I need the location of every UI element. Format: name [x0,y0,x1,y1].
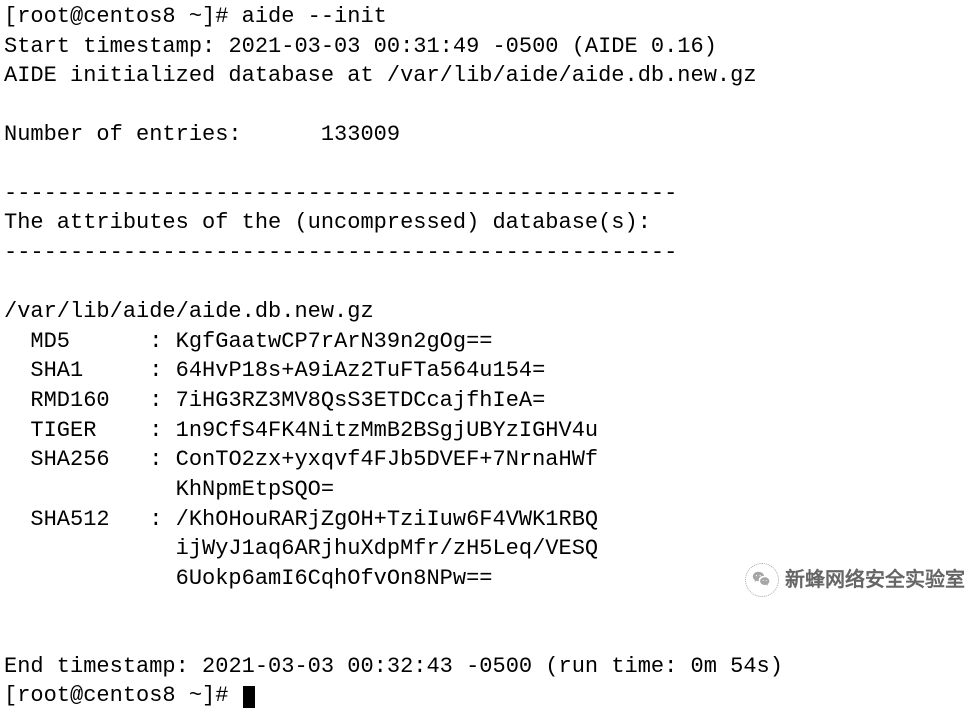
blank-line [4,91,971,120]
init-message: AIDE initialized database at /var/lib/ai… [4,61,971,91]
entries-line: Number of entries: 133009 [4,120,971,150]
hash-md5: MD5 : KgfGaatwCP7rArN39n2gOg== [4,327,971,357]
hash-value: 1n9CfS4FK4NitzMmB2BSgjUBYzIGHV4u [176,418,598,443]
prompt-line-1[interactable]: [root@centos8 ~]# aide --init [4,2,971,32]
chat-bubble-icon [751,569,773,591]
watermark: 新蜂网络安全实验室 [745,563,965,597]
entries-label: Number of entries: [4,122,242,147]
hash-sha1: SHA1 : 64HvP18s+A9iAz2TuFTa564u154= [4,356,971,386]
hash-sha256-l2: KhNpmEtpSQO= [4,475,971,505]
blank-line [4,268,971,297]
command-text: aide --init [242,4,387,29]
hash-value: /KhOHouRARjZgOH+TziIuw6F4VWK1RBQ [176,507,598,532]
hash-label: SHA1 : [4,358,176,383]
attributes-header: The attributes of the (uncompressed) dat… [4,208,971,238]
hash-sha512-l2: ijWyJ1aq6ARjhuXdpMfr/zH5Leq/VESQ [4,534,971,564]
entries-value: 133009 [321,122,400,147]
blank-line [4,623,971,652]
wechat-icon [745,563,779,597]
cursor-icon [243,686,255,708]
hash-value: 7iHG3RZ3MV8QsS3ETDCcajfhIeA= [176,388,546,413]
hash-value: ConTO2zx+yxqvf4FJb5DVEF+7NrnaHWf [176,447,598,472]
start-timestamp-value: 2021-03-03 00:31:49 -0500 (AIDE 0.16) [228,34,716,59]
divider-top: ----------------------------------------… [4,179,971,209]
db-path: /var/lib/aide/aide.db.new.gz [4,297,971,327]
divider-bottom: ----------------------------------------… [4,238,971,268]
hash-sha512-l1: SHA512 : /KhOHouRARjZgOH+TziIuw6F4VWK1RB… [4,505,971,535]
watermark-text: 新蜂网络安全实验室 [785,567,965,594]
hash-label: TIGER : [4,418,176,443]
end-timestamp-label: End timestamp: [4,654,202,679]
hash-label: MD5 : [4,329,176,354]
blank-line [4,594,971,623]
start-timestamp-label: Start timestamp: [4,34,228,59]
end-timestamp-line: End timestamp: 2021-03-03 00:32:43 -0500… [4,652,971,682]
shell-prompt: [root@centos8 ~]# [4,683,242,708]
prompt-line-2[interactable]: [root@centos8 ~]# [4,681,971,711]
hash-rmd160: RMD160 : 7iHG3RZ3MV8QsS3ETDCcajfhIeA= [4,386,971,416]
end-timestamp-value: 2021-03-03 00:32:43 -0500 (run time: 0m … [202,654,783,679]
hash-tiger: TIGER : 1n9CfS4FK4NitzMmB2BSgjUBYzIGHV4u [4,416,971,446]
blank-line [4,150,971,179]
hash-label: RMD160 : [4,388,176,413]
hash-label: SHA512 : [4,507,176,532]
hash-sha256-l1: SHA256 : ConTO2zx+yxqvf4FJb5DVEF+7NrnaHW… [4,445,971,475]
start-timestamp-line: Start timestamp: 2021-03-03 00:31:49 -05… [4,32,971,62]
hash-value: 64HvP18s+A9iAz2TuFTa564u154= [176,358,546,383]
hash-value: KgfGaatwCP7rArN39n2gOg== [176,329,493,354]
hash-label: SHA256 : [4,447,176,472]
shell-prompt: [root@centos8 ~]# [4,4,242,29]
